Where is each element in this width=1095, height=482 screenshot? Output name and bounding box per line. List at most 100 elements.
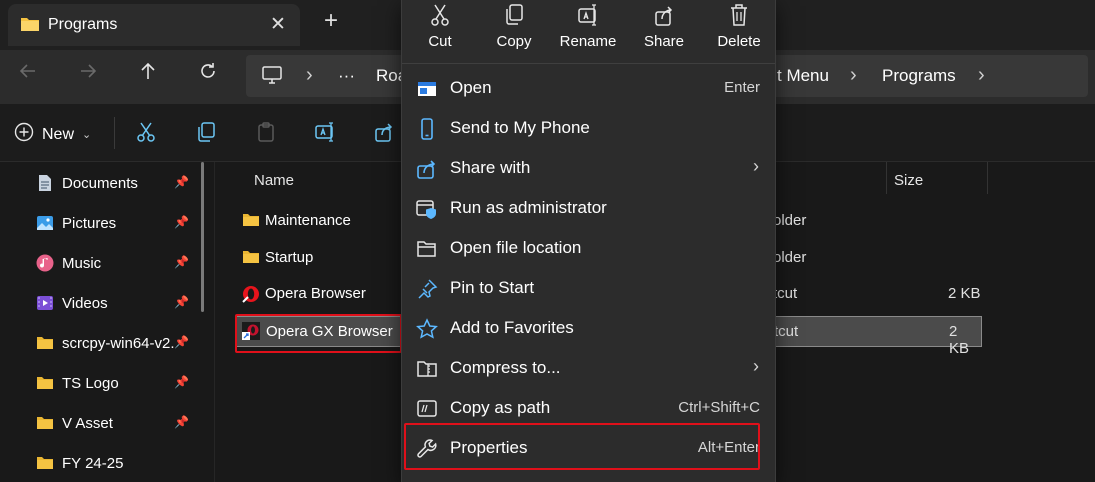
open-app-icon [416, 78, 438, 100]
quick-action-label: Delete [717, 33, 761, 50]
new-tab-button[interactable]: + [324, 9, 338, 33]
chevron-right-icon: › [753, 356, 759, 376]
column-divider[interactable] [987, 162, 988, 194]
menu-item-label: Add to Favorites [450, 318, 574, 337]
folder-icon [242, 250, 260, 269]
copy-icon[interactable] [196, 121, 216, 148]
share-with-icon [416, 158, 438, 180]
file-name: Startup [265, 249, 314, 266]
divider [114, 117, 115, 149]
rename-icon [552, 3, 624, 27]
file-name: Opera Browser [265, 285, 366, 302]
delete-button[interactable]: Delete [703, 0, 775, 62]
scissors-icon [404, 3, 476, 27]
sidebar-item-scrcpy[interactable]: scrcpy-win64-v2. 📌 [36, 328, 204, 358]
quick-action-label: Share [643, 33, 685, 50]
file-size: 2 KB [949, 323, 970, 357]
menu-item-run-as-administrator[interactable]: Run as administrator [402, 188, 775, 228]
music-icon [36, 254, 54, 272]
share-icon[interactable] [374, 121, 394, 148]
file-name: Maintenance [265, 212, 351, 229]
file-highlight-outline [235, 314, 402, 353]
context-menu: Cut Copy Rename Share Delete Open Enter [401, 0, 776, 482]
properties-highlight-outline [404, 423, 760, 470]
opera-icon [242, 285, 260, 308]
menu-item-label: Share with [450, 158, 531, 177]
menu-item-open-file-location[interactable]: Open file location [402, 228, 775, 268]
folder-icon [20, 16, 40, 37]
pin-icon[interactable]: 📌 [174, 255, 189, 269]
pin-icon[interactable]: 📌 [174, 335, 189, 349]
sidebar-item-fy-24-25[interactable]: FY 24-25 [36, 448, 204, 478]
tab-title: Programs [48, 16, 118, 33]
chevron-down-icon: ⌄ [82, 129, 92, 141]
forward-button[interactable] [78, 61, 98, 85]
menu-item-send-to-phone[interactable]: Send to My Phone [402, 108, 775, 148]
pictures-icon [36, 214, 54, 232]
refresh-button[interactable] [198, 61, 218, 85]
file-type: older [773, 249, 807, 266]
menu-item-label: Open [450, 78, 492, 97]
folder-icon [242, 213, 260, 232]
menu-item-share-with[interactable]: Share with › [402, 148, 775, 188]
copy-button[interactable]: Copy [478, 0, 550, 62]
breadcrumb-programs[interactable]: Programs [882, 66, 956, 86]
copy-icon [478, 3, 550, 27]
menu-divider [402, 63, 775, 64]
sidebar-item-pictures[interactable]: Pictures 📌 [36, 208, 204, 238]
close-tab-icon[interactable]: ✕ [270, 13, 286, 36]
sidebar-item-label: FY 24-25 [62, 454, 124, 472]
pin-icon[interactable]: 📌 [174, 375, 189, 389]
plus-circle-icon [14, 122, 34, 147]
column-divider[interactable] [886, 162, 887, 194]
folder-icon [36, 454, 54, 472]
menu-item-add-to-favorites[interactable]: Add to Favorites [402, 308, 775, 348]
pin-icon[interactable]: 📌 [174, 415, 189, 429]
breadcrumb-separator[interactable]: › [978, 64, 985, 87]
column-header-size[interactable]: Size [894, 172, 923, 189]
menu-item-copy-as-path[interactable]: Copy as path Ctrl+Shift+C [402, 388, 775, 428]
menu-item-compress-to[interactable]: Compress to... › [402, 348, 775, 388]
rename-button[interactable]: Rename [552, 0, 624, 62]
trash-icon [703, 3, 775, 27]
sidebar-item-label: Documents [62, 174, 138, 192]
cut-button[interactable]: Cut [404, 0, 476, 62]
pin-icon[interactable]: 📌 [174, 295, 189, 309]
quick-action-label: Cut [428, 33, 452, 50]
breadcrumb-separator: › [850, 64, 857, 86]
quick-action-label: Rename [559, 33, 617, 50]
menu-item-pin-to-start[interactable]: Pin to Start [402, 268, 775, 308]
breadcrumb-more[interactable]: ··· [338, 66, 355, 86]
sidebar-item-documents[interactable]: Documents 📌 [36, 168, 204, 198]
back-button[interactable] [18, 61, 38, 85]
file-type: older [773, 212, 807, 229]
sidebar-item-label: Videos [62, 294, 108, 312]
tab-programs[interactable]: Programs ✕ [8, 4, 300, 46]
videos-icon [36, 294, 54, 312]
shield-window-icon [416, 198, 438, 220]
column-header-name[interactable]: Name [254, 172, 294, 189]
paste-icon[interactable] [256, 121, 276, 148]
sidebar-item-label: Pictures [62, 214, 117, 232]
sidebar-item-ts-logo[interactable]: TS Logo 📌 [36, 368, 204, 398]
sidebar-item-v-asset[interactable]: V Asset 📌 [36, 408, 204, 438]
sidebar-scrollbar[interactable] [201, 162, 204, 312]
sidebar-item-label: scrcpy-win64-v2. [62, 334, 175, 352]
pin-icon[interactable]: 📌 [174, 175, 189, 189]
this-pc-icon [262, 66, 282, 89]
pin-icon[interactable]: 📌 [174, 215, 189, 229]
sidebar-item-videos[interactable]: Videos 📌 [36, 288, 204, 318]
share-button[interactable]: Share [628, 0, 700, 62]
new-button[interactable]: New ⌄ [14, 122, 91, 147]
menu-item-shortcut: Ctrl+Shift+C [678, 399, 760, 416]
breadcrumb-start-menu[interactable]: t Menu [777, 66, 829, 86]
up-button[interactable] [138, 61, 158, 85]
rename-icon[interactable] [314, 121, 336, 148]
folder-open-icon [416, 238, 438, 260]
folder-icon [36, 374, 54, 392]
menu-item-open[interactable]: Open Enter [402, 68, 775, 108]
menu-item-label: Open file location [450, 238, 582, 257]
sidebar-item-music[interactable]: Music 📌 [36, 248, 204, 278]
new-label: New [42, 125, 75, 143]
cut-icon[interactable] [136, 121, 156, 148]
